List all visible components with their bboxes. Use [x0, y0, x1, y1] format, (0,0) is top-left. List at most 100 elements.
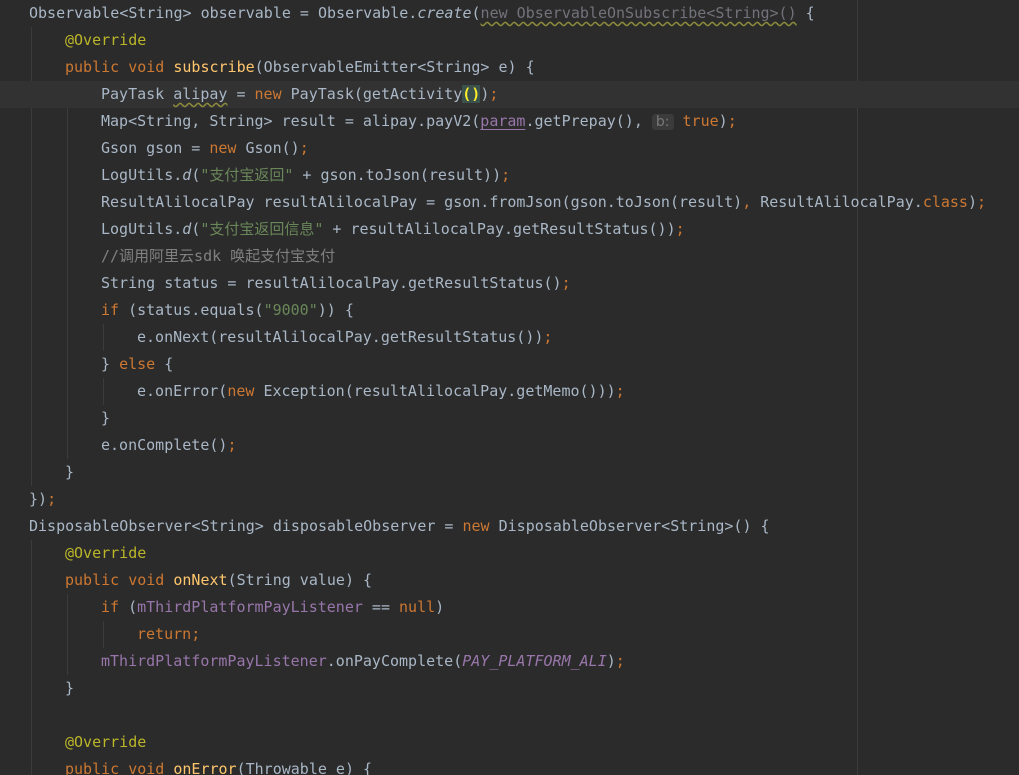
code-token: else — [119, 355, 165, 373]
code-token: { — [796, 4, 815, 22]
code-token: Observable — [29, 4, 120, 22]
code-token: return — [137, 625, 192, 643]
code-token: } — [65, 463, 75, 481]
code-token: //调用阿里云sdk 唤起支付宝支付 — [101, 247, 336, 265]
code-token: "9000" — [263, 301, 318, 319]
code-token: Map<String, String> result = alipay.payV… — [101, 112, 481, 130]
code-line[interactable]: if (status.equals("9000")) { — [0, 297, 354, 324]
code-token: ; — [543, 328, 553, 346]
code-line[interactable]: } — [0, 459, 74, 486]
code-line[interactable]: mThirdPlatformPayListener.onPayComplete(… — [0, 648, 625, 675]
code-line[interactable]: e.onComplete(); — [0, 432, 236, 459]
code-token: ; — [227, 436, 237, 454]
code-token: PayTask(getActivity — [290, 85, 463, 103]
code-token: if — [101, 301, 129, 319]
code-line[interactable]: }); — [0, 486, 56, 513]
code-token: ) — [967, 193, 977, 211]
code-token: }) — [29, 490, 48, 508]
code-line[interactable]: Gson gson = new Gson(); — [0, 135, 309, 162]
code-token: ; — [299, 139, 309, 157]
code-line[interactable]: if (mThirdPlatformPayListener == null) — [0, 594, 444, 621]
code-token: ( — [191, 166, 201, 184]
code-token: + resultAlilocalPay.getResultStatus()) — [323, 220, 676, 238]
code-line[interactable]: //调用阿里云sdk 唤起支付宝支付 — [0, 243, 335, 270]
code-line[interactable]: LogUtils.d("支付宝返回信息" + resultAlilocalPay… — [0, 216, 685, 243]
code-token: "支付宝返回信息" — [200, 220, 324, 238]
code-token: new — [462, 517, 499, 535]
code-line[interactable] — [0, 702, 29, 729]
code-token: ; — [727, 112, 737, 130]
code-line[interactable]: } — [0, 405, 110, 432]
code-token: onNext — [173, 571, 228, 589]
code-line[interactable]: Observable<String> observable = Observab… — [0, 0, 815, 27]
code-token: = — [227, 85, 255, 103]
code-token: ; — [191, 625, 201, 643]
code-token: ) — [606, 652, 616, 670]
code-token: } — [65, 679, 75, 697]
code-token: d — [182, 166, 192, 184]
code-token: new — [254, 85, 291, 103]
code-token: String status = resultAlilocalPay.getRes… — [101, 274, 562, 292]
code-line[interactable]: String status = resultAlilocalPay.getRes… — [0, 270, 571, 297]
code-line[interactable]: Map<String, String> result = alipay.payV… — [0, 108, 737, 135]
code-token: ; — [615, 652, 625, 670]
code-line[interactable]: e.onNext(resultAlilocalPay.getResultStat… — [0, 324, 552, 351]
code-token: LogUtils. — [101, 166, 183, 184]
code-token: ) — [435, 598, 445, 616]
code-token: (status.equals( — [128, 301, 264, 319]
code-token: ResultAlilocalPay. — [760, 193, 923, 211]
code-line[interactable]: e.onError(new Exception(resultAlilocalPa… — [0, 378, 625, 405]
code-line[interactable]: @Override — [0, 27, 146, 54]
code-token: DisposableObserver<String> disposableObs… — [29, 517, 463, 535]
code-line[interactable]: } else { — [0, 351, 173, 378]
code-token: .getPrepay(), — [525, 112, 652, 130]
code-line[interactable]: ResultAlilocalPay resultAlilocalPay = gs… — [0, 189, 986, 216]
code-token: DisposableObserver<String>() { — [498, 517, 770, 535]
code-token: @Override — [65, 31, 147, 49]
code-token: ; — [501, 166, 511, 184]
code-token: true — [682, 112, 719, 130]
code-line[interactable]: public void onError(Throwable e) { — [0, 756, 372, 775]
code-token: { — [164, 355, 174, 373]
code-line[interactable]: public void subscribe(ObservableEmitter<… — [0, 54, 535, 81]
code-token: (Throwable e) { — [236, 760, 373, 775]
code-token: <String> observable = Observable. — [119, 4, 418, 22]
code-token: create — [417, 4, 472, 22]
code-token: ; — [489, 85, 499, 103]
code-token: PayTask — [101, 85, 174, 103]
code-token: ; — [675, 220, 685, 238]
code-token: param — [480, 112, 526, 130]
code-token: new ObservableOnSubscribe<String>() — [480, 4, 797, 22]
right-margin-guide — [857, 0, 858, 775]
code-token: ; — [47, 490, 57, 508]
code-token: mThirdPlatformPayListener — [101, 652, 327, 670]
code-line[interactable]: LogUtils.d("支付宝返回" + gson.toJson(result)… — [0, 162, 510, 189]
code-line[interactable]: @Override — [0, 540, 146, 567]
code-token: alipay — [173, 85, 228, 103]
code-line[interactable]: return; — [0, 621, 200, 648]
code-token: (String value) { — [227, 571, 373, 589]
code-token: mThirdPlatformPayListener — [137, 598, 363, 616]
code-token: new — [209, 139, 246, 157]
code-editor[interactable]: Observable<String> observable = Observab… — [0, 0, 1019, 775]
code-token: new — [227, 382, 264, 400]
code-token: class — [922, 193, 968, 211]
code-line[interactable]: } — [0, 675, 74, 702]
code-token: + gson.toJson(result)) — [293, 166, 502, 184]
code-token: public void — [65, 58, 174, 76]
code-line[interactable]: DisposableObserver<String> disposableObs… — [0, 513, 770, 540]
code-line[interactable]: public void onNext(String value) { — [0, 567, 372, 594]
code-token: } — [101, 355, 120, 373]
code-token: public void — [65, 571, 174, 589]
code-token: == — [362, 598, 400, 616]
code-token: ResultAlilocalPay resultAlilocalPay = gs… — [101, 193, 743, 211]
code-token: () — [462, 85, 481, 103]
code-token: ; — [615, 382, 625, 400]
code-line[interactable]: @Override — [0, 729, 146, 756]
code-token: } — [101, 409, 111, 427]
code-token: onError — [173, 760, 237, 775]
code-token: , — [742, 193, 761, 211]
code-line[interactable]: PayTask alipay = new PayTask(getActivity… — [0, 81, 1019, 108]
code-token: public void — [65, 760, 174, 775]
